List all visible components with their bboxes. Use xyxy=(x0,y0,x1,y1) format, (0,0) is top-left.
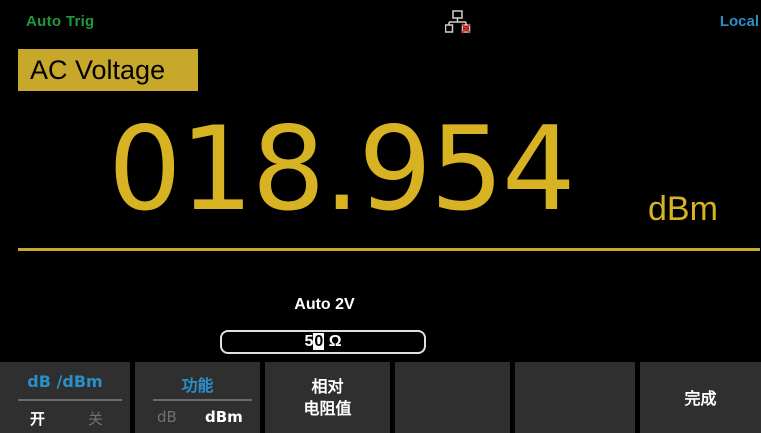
input-cursor-digit: 0 xyxy=(313,333,325,350)
measurement-mode-label: AC Voltage xyxy=(18,49,198,91)
multimeter-screen: Auto Trig Local AC Voltage 018.954 dBm A… xyxy=(0,0,761,433)
measurement-unit: dBm xyxy=(648,190,718,228)
trigger-status: Auto Trig xyxy=(26,13,95,30)
softkey-separator xyxy=(18,399,122,401)
option-db: dB xyxy=(157,408,177,426)
softkey-empty-5[interactable] xyxy=(515,362,635,433)
softkey-relative-resistance[interactable]: 相对 电阻值 xyxy=(265,362,390,433)
softkey-function[interactable]: 功能 dB dBm xyxy=(135,362,260,433)
range-label: Auto 2V xyxy=(294,296,355,313)
softkey-line-1: 相对 xyxy=(311,377,344,396)
softkey-db-dbm-title: dB /dBm xyxy=(27,372,103,391)
softkey-bar: dB /dBm 开 关 功能 dB dBm 相对 电阻值 完成 xyxy=(0,362,761,433)
softkey-separator xyxy=(153,399,252,401)
softkey-function-title: 功能 xyxy=(181,376,214,395)
softkey-done-label: 完成 xyxy=(684,389,717,408)
option-off: 关 xyxy=(88,410,104,428)
option-on: 开 xyxy=(30,410,46,428)
softkey-relative-resistance-label: 相对 电阻值 xyxy=(265,376,390,420)
lan-disconnected-icon xyxy=(445,10,471,34)
softkey-line-2: 电阻值 xyxy=(303,399,352,418)
measurement-reading: 018.954 xyxy=(108,102,576,237)
softkey-db-dbm[interactable]: dB /dBm 开 关 xyxy=(0,362,130,433)
softkey-done[interactable]: 完成 xyxy=(640,362,761,433)
input-unit: Ω xyxy=(328,333,342,350)
reference-resistance-input[interactable]: 50 Ω xyxy=(220,330,426,354)
remote-status: Local xyxy=(719,13,759,30)
option-dbm: dBm xyxy=(205,408,243,426)
display-divider xyxy=(18,248,760,251)
softkey-empty-4[interactable] xyxy=(395,362,510,433)
